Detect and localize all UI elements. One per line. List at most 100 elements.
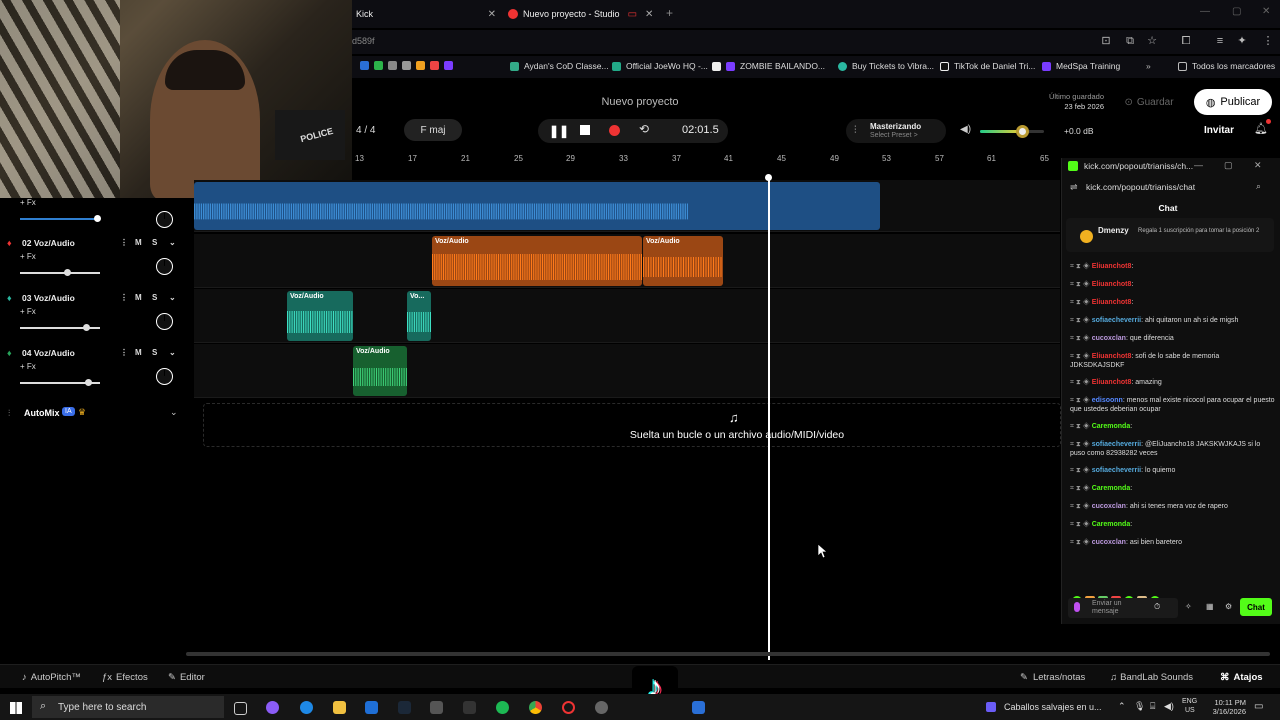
mute-button[interactable]: M [135, 348, 142, 357]
chat-username[interactable]: Eliuanchot8 [1092, 263, 1132, 270]
chat-message[interactable]: ⌗ ⧗ ◈ sofiaecheverrii: lo quiemo [1070, 466, 1275, 475]
invite-button[interactable]: Invitar [1204, 125, 1234, 136]
chat-username[interactable]: cucoxclan [1092, 539, 1126, 546]
chat-message[interactable]: ⌗ ⧗ ◈ Eliuanchot8: [1070, 280, 1275, 289]
chat-username[interactable]: Eliuanchot8 [1092, 299, 1132, 306]
chat-username[interactable]: edisoonn [1092, 397, 1123, 404]
bandlab-sounds-button[interactable]: ♫ BandLab Sounds [1110, 672, 1193, 683]
fx-button[interactable]: + Fx [20, 307, 36, 316]
chat-username[interactable]: Caremonda [1092, 521, 1131, 528]
chat-username[interactable]: cucoxclan [1092, 335, 1126, 342]
solo-button[interactable]: S [152, 348, 157, 357]
tab-kick[interactable]: Kick ✕ [356, 4, 496, 24]
emote-icon[interactable]: ✧ [1185, 602, 1192, 611]
clock-time[interactable]: 10:11 PM [1206, 698, 1246, 707]
speaker-icon[interactable]: ◀) [960, 124, 971, 135]
stop-icon[interactable] [580, 125, 590, 135]
minimize-icon[interactable]: — [1194, 160, 1203, 170]
media-icon[interactable]: ≡ [1214, 35, 1226, 47]
maximize-icon[interactable]: ▢ [1224, 160, 1233, 171]
defender-icon[interactable] [692, 701, 705, 714]
automix-row[interactable]: ⫶ AutoMix IA ♛ ⌄ [0, 403, 186, 423]
chat-input[interactable]: Enviar un mensaje ⏱ [1068, 598, 1178, 618]
maximize-icon[interactable]: ▢ [1232, 6, 1241, 17]
audio-clip[interactable]: Voz/Audio [287, 291, 353, 341]
audio-clip[interactable]: Voz/Audio [643, 236, 723, 286]
fx-button[interactable]: + Fx [20, 198, 36, 207]
store-icon[interactable] [430, 701, 443, 714]
autopitch-button[interactable]: ♪ AutoPitch™ [22, 672, 81, 683]
fx-button[interactable]: + Fx [20, 362, 36, 371]
record-icon[interactable] [609, 125, 620, 136]
copilot-icon[interactable] [266, 701, 279, 714]
audio-icon[interactable]: ▭ [628, 9, 637, 20]
track-header-01[interactable]: + Fx [0, 194, 186, 230]
chevron-down-icon[interactable]: ⌄ [170, 407, 178, 418]
spotify-icon[interactable] [496, 701, 509, 714]
chat-username[interactable]: Eliuanchot8 [1092, 379, 1132, 386]
bookmarks-overflow-icon[interactable]: » [1146, 61, 1151, 71]
cast-icon[interactable]: ⧉ [1124, 35, 1136, 47]
chat-username[interactable]: Caremonda [1092, 485, 1131, 492]
chrome-icon[interactable] [529, 701, 542, 714]
chat-username[interactable]: Eliuanchot8 [1092, 353, 1132, 360]
time-signature[interactable]: 4 / 4 [356, 125, 375, 136]
track-lane-04[interactable]: Voz/Audio [194, 344, 1060, 398]
media-icon[interactable] [986, 702, 996, 712]
chevron-down-icon[interactable]: ⌄ [169, 293, 176, 302]
track-lane-01[interactable] [194, 180, 1060, 232]
chat-message[interactable]: ⌗ ⧗ ◈ Eliuanchot8: [1070, 298, 1275, 307]
pan-knob[interactable] [156, 313, 173, 330]
bookmark-item[interactable]: ZOMBIE BAILANDO... [712, 61, 825, 71]
opera-icon[interactable] [562, 701, 575, 714]
site-settings-icon[interactable]: ⇌ [1070, 182, 1078, 193]
puzzle-icon[interactable]: ✦ [1236, 35, 1248, 47]
network-icon[interactable]: ⌸ [1150, 701, 1155, 712]
chat-message[interactable]: ⌗ ⧗ ◈ edisoonn: menos mal existe nicocol… [1070, 396, 1275, 414]
save-button[interactable]: ⊙ Guardar [1112, 92, 1186, 112]
tray-overflow-icon[interactable]: ⌃ [1118, 701, 1126, 712]
horizontal-scrollbar[interactable] [186, 652, 1270, 656]
outlook-icon[interactable] [365, 701, 378, 714]
track-volume-slider[interactable] [20, 379, 100, 386]
chat-message[interactable]: ⌗ ⧗ ◈ sofiaecheverrii: @EliJuancho18 JAK… [1070, 440, 1275, 458]
bookmark-item[interactable]: Official JoeWo HQ -... [612, 61, 708, 71]
chat-username[interactable]: sofiaecheverrii [1092, 441, 1141, 448]
notifications-icon[interactable]: ▭ [1254, 701, 1263, 712]
pan-knob[interactable] [156, 368, 173, 385]
star-icon[interactable]: ☆ [1146, 35, 1158, 47]
chat-message[interactable]: ⌗ ⧗ ◈ cucoxclan: asi bien baretero [1070, 538, 1275, 547]
new-tab-icon[interactable]: + [666, 6, 673, 20]
loop-icon[interactable]: ⟲ [639, 122, 649, 136]
solo-button[interactable]: S [152, 293, 157, 302]
mute-button[interactable]: M [135, 238, 142, 247]
project-title[interactable]: Nuevo proyecto [560, 96, 720, 108]
key-selector[interactable]: F maj [404, 119, 462, 141]
audio-clip[interactable]: Voz/Audio [353, 346, 407, 396]
close-icon[interactable]: ✕ [488, 9, 496, 20]
solo-button[interactable]: S [152, 238, 157, 247]
chat-message[interactable]: ⌗ ⧗ ◈ Caremonda: [1070, 484, 1275, 493]
track-header-03[interactable]: ♦ 03 Voz/Audio + Fx ⋮ M S ⌄ [0, 289, 186, 343]
shortcuts-button[interactable]: ⌘ Atajos [1220, 672, 1263, 683]
track-menu-icon[interactable]: ⋮ [120, 348, 128, 357]
pause-icon[interactable]: ❚❚ [549, 124, 569, 138]
close-icon[interactable]: ✕ [1254, 160, 1262, 171]
chat-message[interactable]: ⌗ ⧗ ◈ cucoxclan: que diferencia [1070, 334, 1275, 343]
chat-username[interactable]: sofiaecheverrii [1092, 467, 1141, 474]
bookmark-item[interactable]: Buy Tickets to Vibra... [838, 61, 934, 71]
menu-icon[interactable]: ⋮ [1262, 35, 1274, 47]
steam-icon[interactable] [398, 701, 411, 714]
mastering-button[interactable]: ⫶ Masterizando Select Preset > [846, 119, 946, 143]
chat-message[interactable]: ⌗ ⧗ ◈ cucoxclan: ahi si tenes mera voz d… [1070, 502, 1275, 511]
track-volume-slider[interactable] [20, 215, 101, 222]
gift-banner[interactable]: Dmenzy Regala 1 suscripción para tomar l… [1066, 218, 1274, 252]
playhead-handle[interactable] [765, 174, 772, 181]
tab-studio[interactable]: Nuevo proyecto - Studio ▭ ✕ [508, 4, 654, 24]
chevron-down-icon[interactable]: ⌄ [169, 348, 176, 357]
lyrics-button[interactable]: ✎ Letras/notas [1020, 672, 1085, 683]
chevron-down-icon[interactable]: ⌄ [169, 238, 176, 247]
gear-icon[interactable]: ⚙ [1225, 602, 1232, 611]
chat-message[interactable]: ⌗ ⧗ ◈ Caremonda: [1070, 520, 1275, 529]
pan-knob[interactable] [156, 258, 173, 275]
